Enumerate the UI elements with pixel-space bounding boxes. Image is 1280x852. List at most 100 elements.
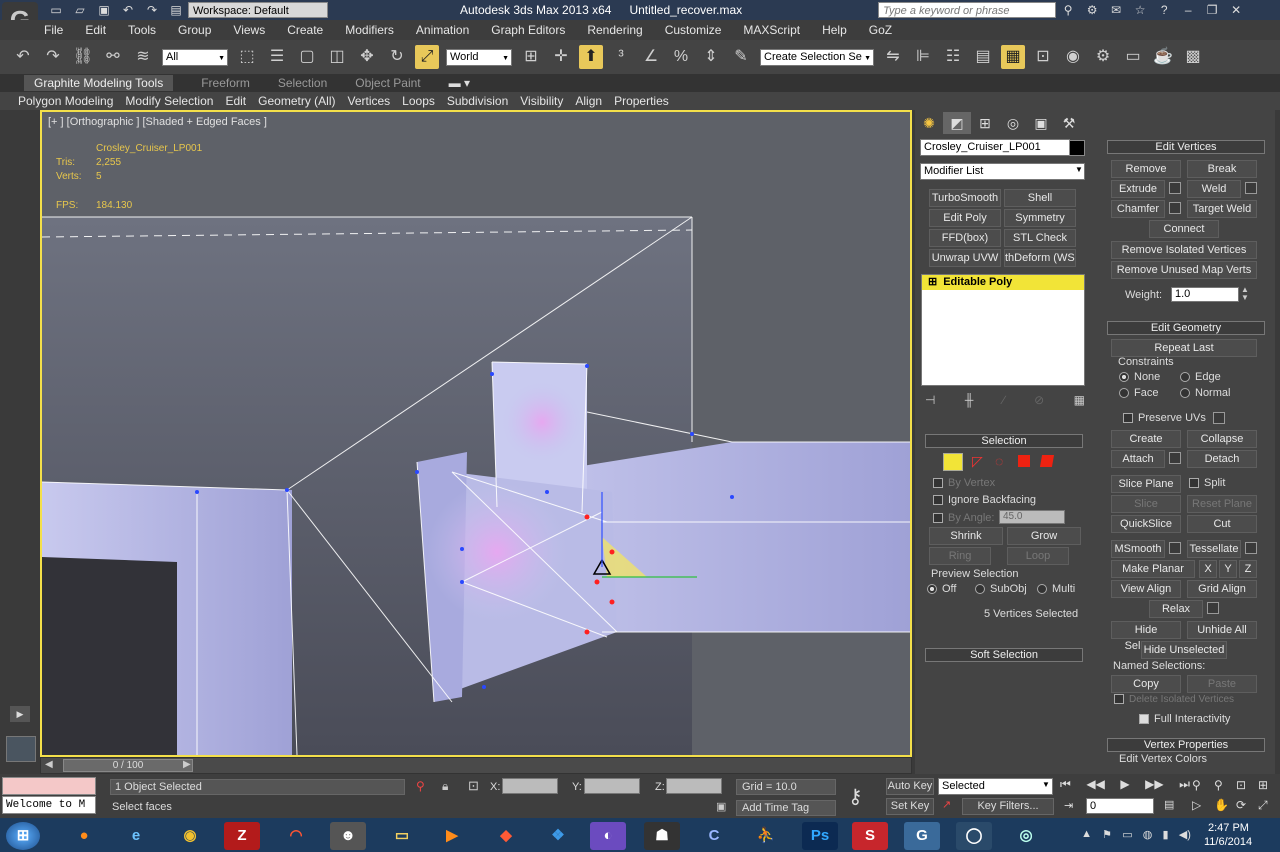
move-icon[interactable]: ✥ [355, 45, 379, 69]
collapse-button[interactable]: Collapse [1187, 430, 1257, 448]
select-object-icon[interactable]: ⬚ [235, 45, 259, 69]
render-production-icon[interactable]: ☕ [1151, 45, 1175, 69]
app-figure-icon[interactable]: ⛹ [748, 822, 784, 850]
z-coord-field[interactable] [666, 778, 722, 794]
preserve-uvs-checkbox[interactable]: Preserve UVs [1123, 412, 1206, 424]
binoculars-icon[interactable]: ⚲ [1059, 2, 1077, 18]
expand-plus-icon[interactable]: ⊞ [928, 276, 937, 288]
photoshop-icon[interactable]: Ps [802, 822, 838, 850]
ribbon-visibility[interactable]: Visibility [520, 94, 563, 108]
object-name-field[interactable]: Crosley_Cruiser_LP001 [920, 139, 1070, 156]
menu-group[interactable]: Group [178, 23, 211, 37]
dropbox-icon[interactable]: ❖ [540, 822, 576, 850]
clock-date[interactable]: 11/6/2014 [1204, 836, 1252, 848]
orbit-icon[interactable]: ⟳ [1236, 798, 1246, 812]
chamfer-settings-icon[interactable] [1169, 202, 1181, 214]
msmooth-button[interactable]: MSmooth [1111, 540, 1165, 558]
time-slider[interactable]: ◀ 0 / 100 ▶ [40, 757, 912, 774]
slice-plane-button[interactable]: Slice Plane [1111, 475, 1181, 493]
percent-snap-icon[interactable]: % [669, 45, 693, 69]
tab-selection[interactable]: Selection [278, 76, 327, 90]
menu-graph-editors[interactable]: Graph Editors [491, 23, 565, 37]
menu-goz[interactable]: GoZ [869, 23, 892, 37]
ribbon-subdivision[interactable]: Subdivision [447, 94, 508, 108]
play-icon[interactable]: ▶ [10, 706, 30, 722]
break-button[interactable]: Break [1187, 160, 1257, 178]
make-unique-icon[interactable]: ∕ [1003, 393, 1005, 411]
create-tab-icon[interactable]: ✺ [915, 112, 943, 134]
connect-button[interactable]: Connect [1149, 220, 1219, 238]
menu-file[interactable]: File [44, 23, 63, 37]
remove-button[interactable]: Remove [1111, 160, 1181, 178]
menu-tools[interactable]: Tools [128, 23, 156, 37]
modifier-edit-poly-button[interactable]: Edit Poly [929, 209, 1001, 227]
menu-help[interactable]: Help [822, 23, 847, 37]
app-shape-icon[interactable]: ◆ [488, 822, 524, 850]
planar-y-button[interactable]: Y [1219, 560, 1237, 578]
absolute-mode-icon[interactable]: ⊡ [468, 778, 479, 794]
filezilla-icon[interactable]: Z [224, 822, 260, 850]
relax-button[interactable]: Relax [1149, 600, 1203, 618]
zoom-extents-all-icon[interactable]: ⊞ [1258, 778, 1268, 792]
select-manipulate-icon[interactable]: ✛ [549, 45, 573, 69]
maxscript-listener[interactable] [2, 777, 96, 795]
menu-rendering[interactable]: Rendering [587, 23, 642, 37]
communication-icon[interactable]: ✉ [1107, 2, 1125, 18]
soft-selection-rollout-header[interactable]: Soft Selection [925, 648, 1083, 662]
cut-button[interactable]: Cut [1187, 515, 1257, 533]
reference-coord-dropdown[interactable]: World [446, 48, 512, 66]
app-cat-icon[interactable]: ☻ [330, 822, 366, 850]
sel-border-icon[interactable]: ◌ [995, 453, 1003, 469]
current-frame-field[interactable]: 0 [1086, 798, 1154, 814]
snaps-toggle-icon[interactable]: ³ [609, 45, 633, 69]
save-icon[interactable]: ▣ [95, 2, 113, 18]
modifier-symmetry-button[interactable]: Symmetry [1004, 209, 1076, 227]
lock-selection-icon[interactable]: 🔒︎ [442, 779, 448, 794]
ribbon-properties[interactable]: Properties [614, 94, 669, 108]
delete-isolated-checkbox[interactable]: Delete Isolated Vertices [1114, 694, 1234, 705]
viewport-label[interactable]: [+ ] [Orthographic ] [Shaded + Edged Fac… [48, 116, 267, 128]
preview-multi-radio[interactable]: Multi [1037, 583, 1075, 595]
view-align-button[interactable]: View Align [1111, 580, 1181, 598]
constraint-normal-radio[interactable]: Normal [1180, 387, 1230, 399]
full-interactivity-checkbox[interactable]: Full Interactivity [1139, 713, 1230, 725]
hierarchy-tab-icon[interactable]: ⊞ [971, 112, 999, 134]
bind-spacewarp-icon[interactable]: ≋ [131, 45, 155, 69]
spinner-snap-icon[interactable]: ⇕ [699, 45, 723, 69]
material-editor-icon[interactable]: ◉ [1061, 45, 1085, 69]
vertex-properties-rollout-header[interactable]: Vertex Properties [1107, 738, 1265, 752]
file-explorer-icon[interactable]: ▭ [384, 822, 420, 850]
tray-expand-icon[interactable]: ▲ [1081, 828, 1092, 844]
keyboard-shortcut-toggle-icon[interactable]: ⬆ [579, 45, 603, 69]
detach-button[interactable]: Detach [1187, 450, 1257, 468]
key-mode-toggle-icon[interactable]: ⇥ [1064, 799, 1073, 812]
constraint-edge-radio[interactable]: Edge [1180, 371, 1221, 383]
render-setup-icon[interactable]: ⚙ [1091, 45, 1115, 69]
pivot-center-icon[interactable]: ⊞ [519, 45, 543, 69]
y-coord-field[interactable] [584, 778, 640, 794]
remove-modifier-icon[interactable]: ⊘ [1034, 393, 1044, 411]
time-slider-thumb[interactable]: 0 / 100 [63, 759, 193, 772]
media-player-icon[interactable]: ▶ [434, 822, 470, 850]
auto-key-button[interactable]: Auto Key [886, 778, 934, 795]
modifier-pathdeform-button[interactable]: thDeform (WSI [1004, 249, 1076, 267]
sel-edge-icon[interactable]: ◸ [972, 453, 983, 470]
utilities-tab-icon[interactable]: ⚒ [1055, 112, 1083, 134]
new-file-icon[interactable]: ▭ [47, 2, 65, 18]
rect-selection-icon[interactable]: ▢ [295, 45, 319, 69]
tray-monitor-icon[interactable]: ▭ [1122, 828, 1132, 844]
play-animation-icon[interactable]: ▶ [1120, 777, 1129, 795]
by-angle-checkbox[interactable]: By Angle: [933, 512, 994, 524]
open-file-icon[interactable]: ▱ [71, 2, 89, 18]
goto-end-icon[interactable]: ⏭ [1179, 777, 1190, 795]
tray-volume-icon[interactable]: ◀) [1179, 828, 1191, 844]
ribbon-geometry-all[interactable]: Geometry (All) [258, 94, 335, 108]
help-icon[interactable]: ? [1155, 2, 1173, 18]
named-selection-dropdown[interactable]: Create Selection Se [760, 48, 874, 66]
start-button-icon[interactable]: ⊞ [6, 822, 40, 850]
shrink-button[interactable]: Shrink [929, 527, 1003, 545]
extrude-settings-icon[interactable] [1169, 182, 1181, 194]
ribbon-edit[interactable]: Edit [225, 94, 246, 108]
set-key-icon[interactable]: ⚷ [848, 784, 863, 809]
angle-snap-icon[interactable]: ∠ [639, 45, 663, 69]
